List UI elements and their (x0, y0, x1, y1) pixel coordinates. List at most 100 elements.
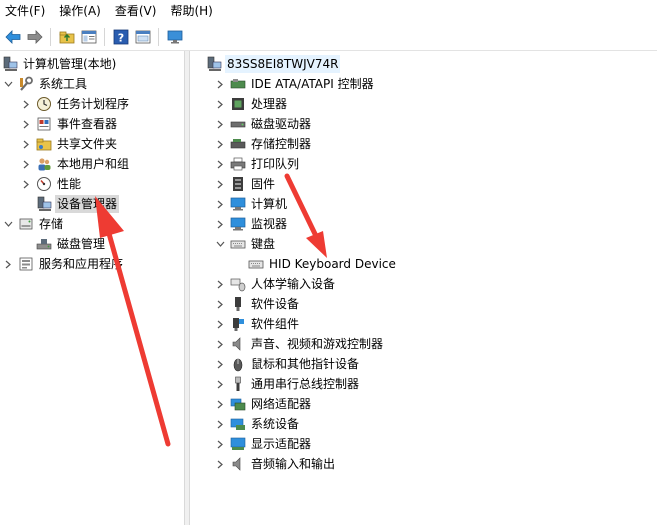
chevron-right-icon[interactable] (214, 94, 226, 114)
tree-shared-folders[interactable]: 共享文件夹 (20, 134, 119, 154)
chevron-down-icon[interactable] (2, 214, 14, 234)
chevron-right-icon[interactable] (20, 134, 32, 154)
device-category[interactable]: 软件组件 (214, 314, 301, 334)
device-category-label: 软件设备 (251, 297, 300, 311)
device-category[interactable]: 磁盘驱动器 (214, 114, 313, 134)
menu-file[interactable]: 文件(F) (0, 0, 52, 22)
chevron-right-icon[interactable] (20, 154, 32, 174)
chevron-right-icon[interactable] (214, 194, 226, 214)
chevron-down-icon[interactable] (214, 234, 226, 254)
chevron-right-icon[interactable] (20, 174, 32, 194)
toolbar-separator (158, 27, 159, 46)
computer-icon (206, 56, 222, 72)
event-log-icon (36, 116, 52, 132)
tree-task-scheduler[interactable]: 任务计划程序 (20, 94, 131, 114)
device-category[interactable]: 软件设备 (214, 294, 301, 314)
help-icon[interactable]: ? (112, 28, 130, 46)
back-arrow-icon[interactable] (4, 28, 22, 46)
tree-root-label: 计算机管理(本地) (23, 57, 117, 71)
device-tree-pane: 83SS8EI8TWJV74R IDE ATA/ATAPI 控制器 处理器 磁盘… (190, 51, 657, 525)
keyboard-icon (248, 256, 264, 272)
chevron-right-icon[interactable] (214, 314, 226, 334)
device-root[interactable]: 83SS8EI8TWJV74R (206, 54, 341, 74)
tree-services-apps[interactable]: 服务和应用程序 (2, 254, 125, 274)
tree-local-users[interactable]: 本地用户和组 (20, 154, 131, 174)
toolbar: ? (0, 23, 657, 51)
system-device-icon (230, 416, 246, 432)
device-category[interactable]: 声音、视频和游戏控制器 (214, 334, 385, 354)
device-category-keyboard[interactable]: 键盘 (214, 234, 277, 254)
tree-system-tools[interactable]: 系统工具 (2, 74, 89, 94)
chevron-right-icon[interactable] (214, 434, 226, 454)
ide-controller-icon (230, 76, 246, 92)
chevron-down-icon[interactable] (2, 74, 14, 94)
device-category[interactable]: 通用串行总线控制器 (214, 374, 361, 394)
chevron-right-icon[interactable] (214, 74, 226, 94)
tree-performance[interactable]: 性能 (20, 174, 83, 194)
toolbar-separator (50, 27, 51, 46)
monitor-icon[interactable] (166, 28, 184, 46)
clock-icon (36, 96, 52, 112)
tree-device-manager[interactable]: 设备管理器 (20, 194, 120, 214)
device-category[interactable]: 显示适配器 (214, 434, 313, 454)
chevron-right-icon[interactable] (214, 354, 226, 374)
device-category[interactable]: 音频输入和输出 (214, 454, 337, 474)
device-category-label: 磁盘驱动器 (251, 117, 312, 131)
device-category[interactable]: 打印队列 (214, 154, 301, 174)
device-category[interactable]: 网络适配器 (214, 394, 313, 414)
monitor-icon (230, 216, 246, 232)
forward-arrow-icon[interactable] (26, 28, 44, 46)
show-hide-tree-icon[interactable] (80, 28, 98, 46)
chevron-right-icon[interactable] (214, 414, 226, 434)
device-category[interactable]: 系统设备 (214, 414, 301, 434)
device-category[interactable]: 计算机 (214, 194, 289, 214)
device-category[interactable]: 监视器 (214, 214, 289, 234)
properties-icon[interactable] (134, 28, 152, 46)
chevron-right-icon[interactable] (214, 294, 226, 314)
device-category-label: 系统设备 (251, 417, 300, 431)
up-folder-icon[interactable] (58, 28, 76, 46)
chevron-right-icon[interactable] (20, 114, 32, 134)
tools-icon (18, 76, 34, 92)
software-component-icon (230, 316, 246, 332)
chevron-right-icon[interactable] (214, 154, 226, 174)
hid-icon (230, 276, 246, 292)
device-category-label: 监视器 (251, 217, 288, 231)
chevron-right-icon[interactable] (214, 134, 226, 154)
chevron-right-icon[interactable] (2, 254, 14, 274)
chevron-right-icon[interactable] (214, 334, 226, 354)
device-category[interactable]: 鼠标和其他指针设备 (214, 354, 361, 374)
disk-management-icon (36, 236, 52, 252)
keyboard-icon (230, 236, 246, 252)
device-category-label: 鼠标和其他指针设备 (251, 357, 360, 371)
menu-help[interactable]: 帮助(H) (163, 0, 219, 22)
device-category[interactable]: 处理器 (214, 94, 289, 114)
device-category[interactable]: 存储控制器 (214, 134, 313, 154)
device-hid-keyboard[interactable]: HID Keyboard Device (232, 254, 398, 274)
speaker-icon (230, 336, 246, 352)
chevron-right-icon[interactable] (20, 94, 32, 114)
chevron-right-icon[interactable] (214, 174, 226, 194)
tree-root[interactable]: 计算机管理(本地) (2, 54, 118, 74)
chevron-right-icon[interactable] (214, 274, 226, 294)
tree-disk-management[interactable]: 磁盘管理 (20, 234, 107, 254)
tree-shared-folders-label: 共享文件夹 (57, 137, 118, 151)
chevron-right-icon[interactable] (214, 374, 226, 394)
device-category-label: 软件组件 (251, 317, 300, 331)
device-category[interactable]: 固件 (214, 174, 277, 194)
device-category[interactable]: 人体学输入设备 (214, 274, 337, 294)
tree-event-viewer[interactable]: 事件查看器 (20, 114, 119, 134)
chevron-right-icon[interactable] (214, 114, 226, 134)
menu-action[interactable]: 操作(A) (52, 0, 108, 22)
device-category[interactable]: IDE ATA/ATAPI 控制器 (214, 74, 376, 94)
tree-storage[interactable]: 存储 (2, 214, 65, 234)
device-category-label: IDE ATA/ATAPI 控制器 (251, 77, 374, 91)
chevron-right-icon[interactable] (214, 214, 226, 234)
device-category-label: 打印队列 (251, 157, 300, 171)
software-device-icon (230, 296, 246, 312)
menu-view[interactable]: 查看(V) (108, 0, 164, 22)
services-icon (18, 256, 34, 272)
chevron-right-icon[interactable] (214, 394, 226, 414)
chevron-right-icon[interactable] (214, 454, 226, 474)
display-adapter-icon (230, 436, 246, 452)
